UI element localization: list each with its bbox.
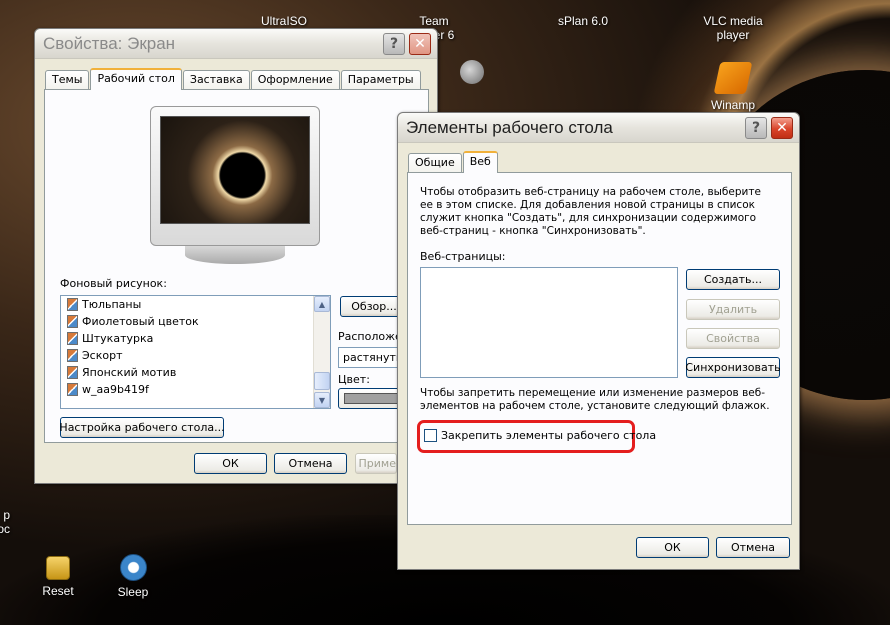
desktop-icon-reset[interactable]: Reset (18, 556, 98, 598)
desktop-icon-label: р (3, 508, 10, 522)
monitor-stand (185, 246, 285, 264)
desktop-icon-sleep[interactable]: Sleep (93, 554, 173, 599)
eject-icon (46, 556, 70, 580)
desktop-icon-label: ос (0, 522, 10, 536)
tab-web[interactable]: Веб (462, 151, 498, 173)
tab-screensaver[interactable]: Заставка (182, 70, 250, 89)
desktop-icon-splan[interactable]: sPlan 6.0 (543, 14, 623, 28)
globe-icon[interactable] (460, 60, 484, 84)
list-item-label: Тюльпаны (82, 298, 142, 311)
power-icon (119, 554, 147, 581)
scroll-up-icon[interactable]: ▲ (314, 296, 330, 312)
list-item[interactable]: Эскорт (61, 347, 330, 364)
color-swatch (344, 393, 402, 404)
desktop-icon-label: player (716, 28, 750, 42)
wallpaper-preview (160, 116, 310, 224)
window-title: Элементы рабочего стола (406, 118, 613, 137)
list-item-label: Фиолетовый цветок (82, 315, 199, 328)
window-title: Свойства: Экран (43, 34, 176, 53)
create-button[interactable]: Создать... (686, 269, 780, 290)
desktop-icon-partial-r[interactable]: р ос (0, 508, 10, 536)
list-item-label: Эскорт (82, 349, 123, 362)
web-description: Чтобы отобразить веб-страницу на рабочем… (420, 186, 761, 237)
desktop-icon-label: UltraISO (260, 14, 307, 28)
tab-desktop[interactable]: Рабочий стол (90, 68, 182, 90)
help-button[interactable]: ? (745, 117, 767, 139)
scroll-thumb[interactable] (314, 372, 330, 390)
list-item-label: w_aa9b419f (82, 383, 149, 396)
scroll-down-icon[interactable]: ▼ (314, 392, 330, 408)
monitor-preview (150, 106, 320, 264)
display-properties-titlebar[interactable]: Свойства: Экран ? ✕ (35, 29, 437, 59)
list-item[interactable]: Тюльпаны (61, 296, 330, 313)
image-file-icon (67, 298, 78, 311)
close-button[interactable]: ✕ (771, 117, 793, 139)
desktop-tab-panel: Фоновый рисунок: Тюльпаны Фиолетовый цве… (44, 89, 429, 443)
webpages-list[interactable] (420, 267, 678, 378)
desktop-icon-label: Winamp (710, 98, 755, 112)
desktop-items-titlebar[interactable]: Элементы рабочего стола ? ✕ (398, 113, 799, 143)
lock-items-label[interactable]: Закрепить элементы рабочего стола (441, 429, 656, 442)
web-tab-panel: Чтобы отобразить веб-страницу на рабочем… (407, 172, 792, 525)
desktop-icon-label: Team (419, 14, 449, 28)
ok-button[interactable]: ОК (636, 537, 709, 558)
desktop-icon-partial-a[interactable]: a (0, 14, 10, 28)
lock-description: Чтобы запретить перемещение или изменени… (420, 387, 770, 412)
desktop-icon-label: sPlan 6.0 (557, 14, 609, 28)
desktop-icon-vlc[interactable]: VLC media player (693, 14, 773, 42)
list-item-label: Штукатурка (82, 332, 154, 345)
cancel-button[interactable]: Отмена (716, 537, 790, 558)
lock-items-checkbox[interactable] (424, 429, 437, 442)
list-item[interactable]: Штукатурка (61, 330, 330, 347)
desktop-icon-label: a (0, 14, 10, 28)
cancel-button[interactable]: Отмена (274, 453, 347, 474)
desktop-icon-label: Reset (42, 584, 74, 598)
list-item-label: Японский мотив (82, 366, 177, 379)
customize-desktop-button[interactable]: Настройка рабочего стола... (59, 417, 225, 438)
desktop-items-tabs: Общие Веб (408, 151, 499, 173)
image-file-icon (67, 315, 78, 328)
background-list[interactable]: Тюльпаны Фиолетовый цветок Штукатурка Эс… (60, 295, 331, 409)
tab-appearance[interactable]: Оформление (250, 70, 340, 89)
background-label: Фоновый рисунок: (60, 277, 167, 290)
desktop-icon-label: Sleep (117, 585, 149, 599)
apply-button[interactable]: Приме (355, 453, 397, 474)
display-properties-tabs: Темы Рабочий стол Заставка Оформление Па… (45, 68, 422, 90)
color-label: Цвет: (338, 373, 370, 386)
properties-button[interactable]: Свойства (686, 328, 780, 349)
tab-settings[interactable]: Параметры (340, 70, 421, 89)
desktop-items-window: Элементы рабочего стола ? ✕ Общие Веб Чт… (397, 112, 800, 570)
image-file-icon (67, 366, 78, 379)
desktop-icon-winamp[interactable]: Winamp (693, 62, 773, 112)
list-item[interactable]: Фиолетовый цветок (61, 313, 330, 330)
ok-button[interactable]: ОК (194, 453, 267, 474)
image-file-icon (67, 383, 78, 396)
desktop-icon-label: VLC media (703, 14, 763, 28)
image-file-icon (67, 332, 78, 345)
synchronize-button[interactable]: Синхронизовать (685, 357, 781, 378)
help-button[interactable]: ? (383, 33, 405, 55)
webpages-label: Веб-страницы: (420, 250, 506, 263)
image-file-icon (67, 349, 78, 362)
desktop-icon-ultraiso[interactable]: UltraISO (244, 14, 324, 28)
list-item[interactable]: w_aa9b419f (61, 381, 330, 398)
tab-general[interactable]: Общие (408, 153, 462, 172)
delete-button[interactable]: Удалить (686, 299, 780, 320)
close-button[interactable]: ✕ (409, 33, 431, 55)
winamp-icon (713, 62, 753, 94)
display-properties-window: Свойства: Экран ? ✕ Темы Рабочий стол За… (34, 28, 438, 484)
list-scrollbar[interactable]: ▲ ▼ (313, 296, 330, 408)
list-item[interactable]: Японский мотив (61, 364, 330, 381)
tab-themes[interactable]: Темы (45, 70, 90, 89)
